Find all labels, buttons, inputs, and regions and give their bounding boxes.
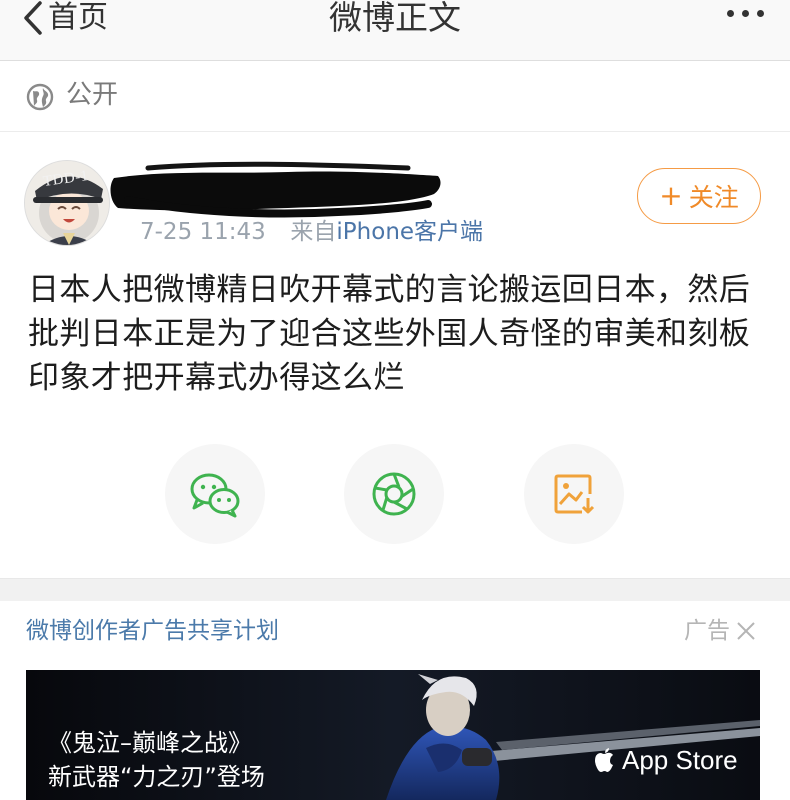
more-dots-icon[interactable] [727,10,764,17]
visibility-row: 公开 [0,61,790,132]
app-store-label: App Store [622,745,738,775]
ad-program-title[interactable]: 微博创作者广告共享计划 [26,614,279,648]
top-navigation-bar: 首页 微博正文 [0,0,790,61]
ad-subtitle: 新武器“力之刃”登场 [48,763,265,791]
save-image-button[interactable] [524,444,624,544]
close-icon[interactable] [736,621,756,641]
ad-tag[interactable]: 广告 [684,614,756,648]
globe-icon [26,83,54,111]
wechat-icon [190,473,240,518]
visibility-label: 公开 [66,80,119,110]
moments-icon [372,472,416,516]
source-prefix: 来自 [290,219,337,245]
post-meta: 7-25 11:43 来自iPhone客户端 [140,216,483,248]
share-wechat-button[interactable] [165,444,265,544]
follow-button[interactable]: + 关注 [637,168,761,224]
ad-title: 《鬼泣–巅峰之战》 [48,729,252,757]
app-store-link[interactable]: App Store [594,745,738,776]
share-moments-button[interactable] [344,444,444,544]
redacted-username [108,160,448,220]
plus-icon: + [659,179,683,212]
post-time: 7-25 11:43 [140,219,266,245]
post-source[interactable]: iPhone客户端 [336,219,483,245]
ad-banner[interactable]: 《鬼泣–巅峰之战》 新武器“力之刃”登场 App Store [26,670,760,800]
ad-tag-label: 广告 [684,618,730,644]
apple-icon [595,747,613,772]
follow-label: 关注 [688,183,739,212]
save-image-icon [554,474,595,514]
avatar[interactable]: TDD-1 [24,160,110,246]
post-body: 日本人把微博精日吹开幕式的言论搬运回日本，然后批判日本正是为了迎合这些外国人奇怪… [28,272,751,396]
page-title: 微博正文 [329,0,461,37]
section-divider [0,578,790,601]
